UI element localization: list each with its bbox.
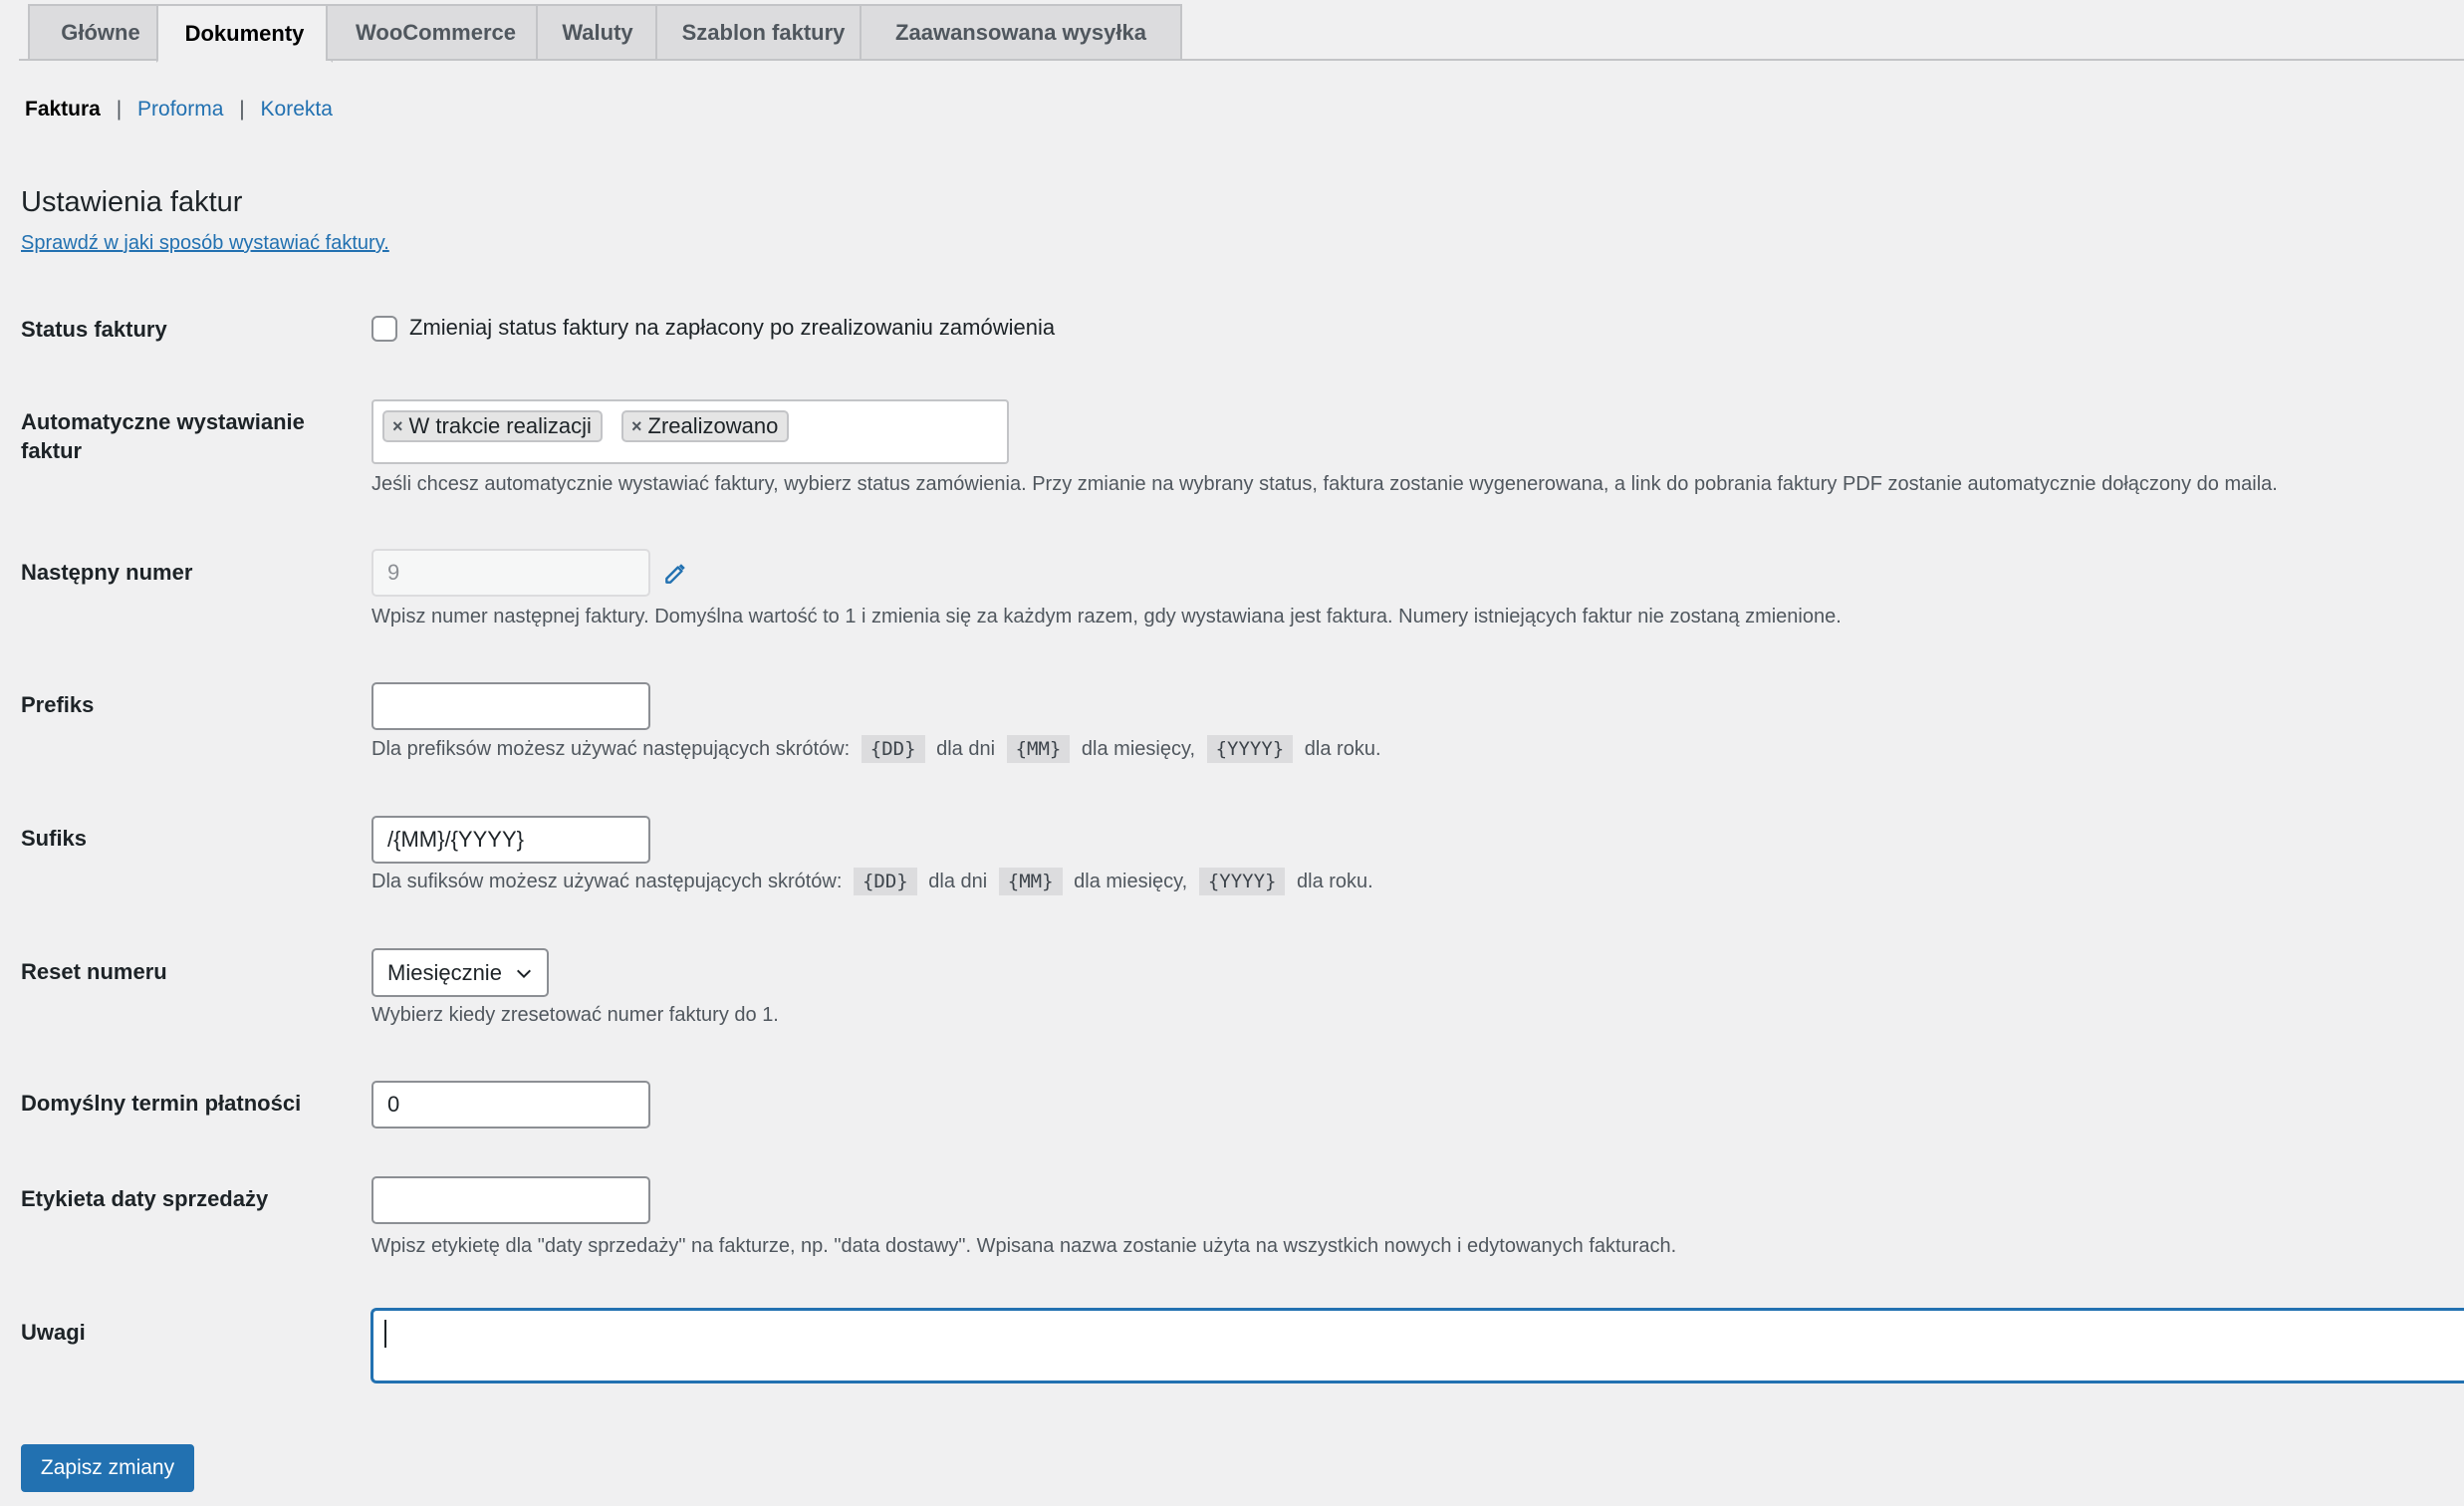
tab-waluty[interactable]: Waluty <box>536 4 659 61</box>
subnav-link-korekta[interactable]: Korekta <box>261 98 333 121</box>
reset-number-description: Wybierz kiedy zresetować numer faktury d… <box>371 1004 779 1026</box>
payment-term-label: Domyślny termin płatności <box>21 1091 302 1116</box>
settings-tabs: Główne Dokumenty WooCommerce Waluty Szab… <box>19 0 2464 63</box>
desc-text: Dla prefiksów możesz używać następującyc… <box>371 738 851 760</box>
status-chip-w-trakcie-realizacji: × W trakcie realizacji <box>382 410 603 442</box>
document-subnav: Faktura | Proforma | Korekta <box>25 98 333 122</box>
suffix-description: Dla sufiksów możesz używać następujących… <box>371 868 1373 895</box>
next-number-description: Wpisz numer następnej faktury. Domyślna … <box>371 606 1842 628</box>
shortcode-dd: {DD} <box>861 735 925 763</box>
remove-chip-icon[interactable]: × <box>392 416 403 437</box>
status-chip-zrealizowano: × Zrealizowano <box>621 410 790 442</box>
subnav-current-faktura: Faktura <box>25 98 101 121</box>
tab-zaawansowana-wysylka[interactable]: Zaawansowana wysyłka <box>860 4 1182 61</box>
subnav-separator: | <box>116 98 123 121</box>
text-caret <box>384 1320 386 1348</box>
next-number-label: Następny numer <box>21 560 193 585</box>
desc-text: dla roku. <box>1304 738 1381 760</box>
chip-label: W trakcie realizacji <box>408 413 592 438</box>
desc-text: dla roku. <box>1297 871 1373 892</box>
chevron-down-icon <box>516 969 532 978</box>
desc-text: dla dni <box>928 871 988 892</box>
shortcode-yyyy: {YYYY} <box>1198 868 1286 895</box>
mark-paid-checkbox[interactable] <box>371 316 397 342</box>
shortcode-yyyy: {YYYY} <box>1206 735 1294 763</box>
help-link[interactable]: Sprawdź w jaki sposób wystawiać faktury. <box>21 232 389 255</box>
shortcode-mm: {MM} <box>998 868 1063 895</box>
select-value: Miesięcznie <box>387 959 502 985</box>
payment-term-input[interactable]: 0 <box>371 1081 650 1129</box>
suffix-input[interactable]: /{MM}/{YYYY} <box>371 816 650 864</box>
status-faktury-label: Status faktury <box>21 317 167 342</box>
subnav-separator: | <box>239 98 245 121</box>
prefix-description: Dla prefiksów możesz używać następującyc… <box>371 735 1381 763</box>
notes-textarea[interactable] <box>370 1308 2464 1383</box>
suffix-label: Sufiks <box>21 826 88 851</box>
desc-text: dla miesięcy, <box>1081 738 1196 760</box>
subnav-link-proforma[interactable]: Proforma <box>137 98 223 121</box>
auto-invoice-label: Automatyczne wystawianie faktur <box>21 409 305 463</box>
shortcode-mm: {MM} <box>1006 735 1071 763</box>
sale-date-label-input[interactable] <box>371 1176 650 1224</box>
prefix-input[interactable] <box>371 682 650 730</box>
prefix-label: Prefiks <box>21 692 95 717</box>
sale-date-label-label: Etykieta daty sprzedaży <box>21 1186 269 1211</box>
pencil-icon[interactable] <box>662 561 688 587</box>
tab-dokumenty[interactable]: Dokumenty <box>156 4 333 63</box>
desc-text: dla miesięcy, <box>1074 871 1188 892</box>
remove-chip-icon[interactable]: × <box>631 416 642 437</box>
notes-label: Uwagi <box>21 1320 86 1345</box>
desc-text: dla dni <box>936 738 996 760</box>
chip-label: Zrealizowano <box>647 413 779 438</box>
shortcode-dd: {DD} <box>853 868 917 895</box>
save-button[interactable]: Zapisz zmiany <box>21 1444 194 1492</box>
mark-paid-checkbox-label[interactable]: Zmieniaj status faktury na zapłacony po … <box>409 315 1055 341</box>
page-title: Ustawienia faktur <box>21 186 243 218</box>
reset-number-label: Reset numeru <box>21 959 167 984</box>
tab-woocommerce[interactable]: WooCommerce <box>326 4 546 61</box>
tab-szablon-faktury[interactable]: Szablon faktury <box>655 4 871 61</box>
next-number-input: 9 <box>371 549 650 597</box>
sale-date-label-description: Wpisz etykietę dla "daty sprzedaży" na f… <box>371 1235 1677 1257</box>
desc-text: Dla sufiksów możesz używać następujących… <box>371 871 843 892</box>
auto-invoice-status-multiselect[interactable]: × W trakcie realizacji × Zrealizowano <box>371 399 1009 464</box>
tab-glowne[interactable]: Główne <box>28 4 173 61</box>
auto-invoice-description: Jeśli chcesz automatycznie wystawiać fak… <box>371 473 2278 495</box>
reset-number-select[interactable]: Miesięcznie <box>371 948 549 997</box>
